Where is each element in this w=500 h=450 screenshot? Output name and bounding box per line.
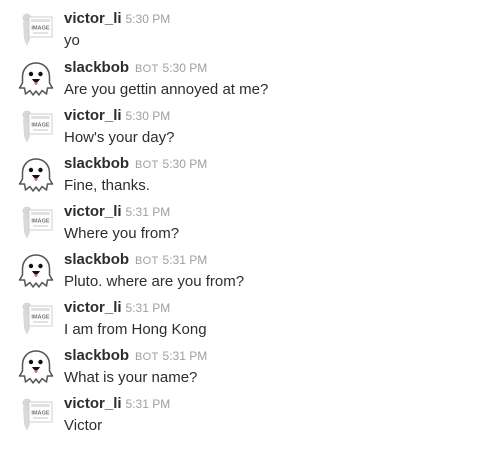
username[interactable]: victor_li: [64, 10, 122, 27]
message-header: slackbob BOT 5:31 PM: [64, 346, 207, 366]
timestamp[interactable]: 5:31 PM: [163, 349, 208, 363]
timestamp[interactable]: 5:31 PM: [126, 301, 171, 315]
avatar-placeholder-text: IMAGE: [31, 123, 50, 129]
username[interactable]: slackbob: [64, 251, 129, 268]
ghost-icon[interactable]: [18, 157, 54, 193]
message-text: I am from Hong Kong: [64, 321, 207, 338]
message-text: Fine, thanks.: [64, 177, 150, 194]
ghost-icon[interactable]: [18, 349, 54, 385]
avatar-placeholder-text: IMAGE: [31, 26, 50, 32]
username[interactable]: slackbob: [64, 347, 129, 364]
message-header: slackbob BOT 5:30 PM: [64, 154, 207, 174]
message-item: IMAGE victor_li 5:31 PM Victor: [0, 391, 500, 437]
bot-badge: BOT: [135, 159, 159, 171]
timestamp[interactable]: 5:30 PM: [126, 109, 171, 123]
avatar-placeholder-text: IMAGE: [31, 315, 50, 321]
timestamp[interactable]: 5:30 PM: [126, 12, 171, 26]
message-item: slackbob BOT 5:31 PM Pluto. where are you …: [0, 247, 500, 293]
message-item: IMAGE victor_li 5:31 PM I am from Hong Ko…: [0, 295, 500, 341]
username[interactable]: victor_li: [64, 203, 122, 220]
username[interactable]: victor_li: [64, 299, 122, 316]
message-header: slackbob BOT 5:31 PM: [64, 250, 207, 270]
avatar-placeholder-text: IMAGE: [31, 411, 50, 417]
bot-badge: BOT: [135, 351, 159, 363]
message-text: Victor: [64, 417, 103, 434]
message-text: How's your day?: [64, 129, 175, 146]
message-header: slackbob BOT 5:30 PM: [64, 58, 207, 78]
message-header: victor_li 5:30 PM: [64, 9, 170, 29]
message-header: victor_li 5:30 PM: [64, 106, 170, 126]
no-image-placeholder-icon[interactable]: IMAGE: [18, 12, 54, 48]
username[interactable]: slackbob: [64, 155, 129, 172]
no-image-placeholder-icon[interactable]: IMAGE: [18, 301, 54, 337]
bot-badge: BOT: [135, 255, 159, 267]
timestamp[interactable]: 5:31 PM: [126, 397, 171, 411]
message-text: What is your name?: [64, 369, 198, 386]
timestamp[interactable]: 5:31 PM: [126, 205, 171, 219]
bot-badge: BOT: [135, 63, 159, 75]
message-list: IMAGE victor_li 5:30 PM yo slackbob BOT 5:3…: [0, 0, 500, 450]
message-item: slackbob BOT 5:30 PM Fine, thanks.: [0, 151, 500, 197]
message-header: victor_li 5:31 PM: [64, 202, 170, 222]
message-item: IMAGE victor_li 5:31 PM Where you from?: [0, 199, 500, 245]
timestamp[interactable]: 5:30 PM: [163, 61, 208, 75]
message-item: slackbob BOT 5:30 PM Are you gettin annoye…: [0, 55, 500, 101]
timestamp[interactable]: 5:31 PM: [163, 253, 208, 267]
ghost-icon[interactable]: [18, 253, 54, 289]
message-text: Where you from?: [64, 225, 180, 242]
message-item: IMAGE victor_li 5:30 PM yo: [0, 6, 500, 52]
ghost-icon[interactable]: [18, 61, 54, 97]
username[interactable]: slackbob: [64, 59, 129, 76]
timestamp[interactable]: 5:30 PM: [163, 157, 208, 171]
message-text: yo: [64, 32, 80, 49]
message-header: victor_li 5:31 PM: [64, 394, 170, 414]
message-item: IMAGE victor_li 5:30 PM How's your day?: [0, 103, 500, 149]
no-image-placeholder-icon[interactable]: IMAGE: [18, 205, 54, 241]
avatar-placeholder-text: IMAGE: [31, 219, 50, 225]
message-text: Pluto. where are you from?: [64, 273, 245, 290]
no-image-placeholder-icon[interactable]: IMAGE: [18, 109, 54, 145]
no-image-placeholder-icon[interactable]: IMAGE: [18, 397, 54, 433]
message-item: slackbob BOT 5:31 PM What is your name?: [0, 343, 500, 389]
message-header: victor_li 5:31 PM: [64, 298, 170, 318]
username[interactable]: victor_li: [64, 395, 122, 412]
username[interactable]: victor_li: [64, 107, 122, 124]
message-text: Are you gettin annoyed at me?: [64, 81, 269, 98]
